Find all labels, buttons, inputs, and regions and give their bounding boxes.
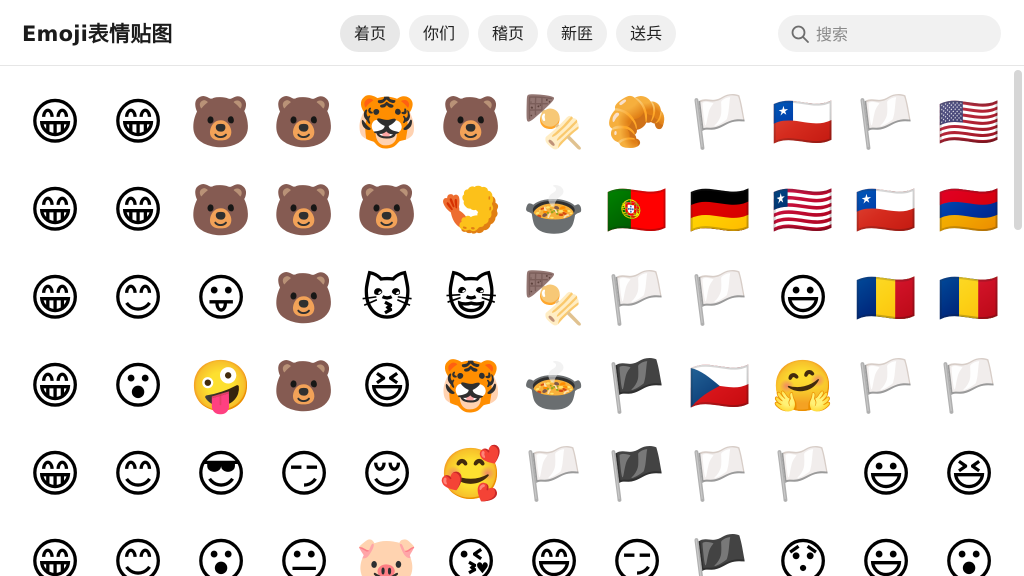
emoji-item[interactable]: 🐻 xyxy=(440,91,502,153)
emoji-item[interactable]: 😺 xyxy=(440,267,502,329)
emoji-item[interactable]: 🏴 xyxy=(606,443,668,505)
emoji-item[interactable]: 😁 xyxy=(24,443,86,505)
emoji-item[interactable]: 🇨🇱 xyxy=(772,91,834,153)
emoji-item[interactable]: 😁 xyxy=(24,355,86,417)
emoji-item[interactable]: 🏳️ xyxy=(855,91,917,153)
emoji-item[interactable]: 🐻 xyxy=(273,355,335,417)
tab-people[interactable]: 你们 xyxy=(409,15,470,52)
emoji-item[interactable]: 😄 xyxy=(523,531,585,576)
top-bar: Emoji表情贴图 着页 你们 稽页 新匥 送兵 xyxy=(0,0,1024,66)
emoji-item[interactable]: 🐯 xyxy=(356,91,418,153)
emoji-item[interactable]: 😌 xyxy=(356,443,418,505)
emoji-item[interactable]: 🐷 xyxy=(356,531,418,576)
emoji-item[interactable]: 😮 xyxy=(938,531,1000,576)
emoji-item[interactable]: 😽 xyxy=(356,267,418,329)
emoji-item[interactable]: 😆 xyxy=(938,443,1000,505)
emoji-item[interactable]: 🏳️ xyxy=(689,267,751,329)
emoji-item[interactable]: 🇦🇲 xyxy=(938,179,1000,241)
emoji-item[interactable]: 😃 xyxy=(855,531,917,576)
search-icon xyxy=(791,25,809,43)
emoji-item[interactable]: 😛 xyxy=(190,267,252,329)
emoji-item[interactable]: 🇺🇸 xyxy=(938,91,1000,153)
emoji-item[interactable]: 🐻 xyxy=(190,179,252,241)
emoji-item[interactable]: 🇷🇴 xyxy=(855,267,917,329)
tab-new[interactable]: 新匥 xyxy=(547,15,608,52)
emoji-item[interactable]: 🐯 xyxy=(440,355,502,417)
emoji-item[interactable]: 🤪 xyxy=(190,355,252,417)
emoji-item[interactable]: 😃 xyxy=(855,443,917,505)
scrollbar[interactable] xyxy=(1014,70,1022,230)
emoji-item[interactable]: 🇨🇱 xyxy=(855,179,917,241)
search-input[interactable] xyxy=(814,15,993,54)
emoji-item[interactable]: 😊 xyxy=(107,531,169,576)
emoji-item[interactable]: 😏 xyxy=(606,531,668,576)
emoji-item[interactable]: 😁 xyxy=(24,531,86,576)
emoji-grid: 😁 😁 🐻 🐻 🐯 🐻 🍢 🥐 🏳️ 🇨🇱 🏳️ 🇺🇸 😁 😁 🐻 🐻 🐻 🍤 🍲 🇵🇹 🇩🇪 🇱🇷 🇨🇱 🇦🇲 😁 😊 😛 🐻 😽 😺 🍢… xyxy=(0,66,1012,576)
emoji-item[interactable]: 😊 xyxy=(107,267,169,329)
emoji-item[interactable]: 🏴 xyxy=(606,355,668,417)
emoji-item[interactable]: 🏳️ xyxy=(606,267,668,329)
emoji-item[interactable]: 😁 xyxy=(24,179,86,241)
emoji-item[interactable]: 🇷🇴 xyxy=(938,267,1000,329)
emoji-item[interactable]: 😮 xyxy=(190,531,252,576)
emoji-item[interactable]: 🏳️ xyxy=(938,355,1000,417)
emoji-item[interactable]: 🍤 xyxy=(440,179,502,241)
emoji-item[interactable]: 😊 xyxy=(107,443,169,505)
category-tabs: 着页 你们 稽页 新匥 送兵 xyxy=(340,15,677,52)
emoji-item[interactable]: 😘 xyxy=(440,531,502,576)
tab-home[interactable]: 着页 xyxy=(340,15,401,52)
emoji-item[interactable]: 🍲 xyxy=(523,355,585,417)
tab-category-5[interactable]: 送兵 xyxy=(616,15,677,52)
emoji-item[interactable]: 🏳️ xyxy=(689,91,751,153)
emoji-item[interactable]: 🥰 xyxy=(440,443,502,505)
emoji-item[interactable]: 🍢 xyxy=(523,267,585,329)
emoji-item[interactable]: 😁 xyxy=(107,91,169,153)
search-box[interactable] xyxy=(778,15,1001,54)
emoji-item[interactable]: 🍲 xyxy=(523,179,585,241)
emoji-item[interactable]: 🇱🇷 xyxy=(772,179,834,241)
emoji-item[interactable]: 🏳️ xyxy=(855,355,917,417)
emoji-item[interactable]: 😯 xyxy=(772,531,834,576)
emoji-item[interactable]: 🏳️ xyxy=(689,443,751,505)
tab-category-3[interactable]: 稽页 xyxy=(478,15,539,52)
emoji-item[interactable]: 😐 xyxy=(273,531,335,576)
emoji-item[interactable]: 😁 xyxy=(24,91,86,153)
app-title: Emoji表情贴图 xyxy=(22,22,173,46)
emoji-item[interactable]: 🇩🇪 xyxy=(689,179,751,241)
emoji-item[interactable]: 😎 xyxy=(190,443,252,505)
emoji-item[interactable]: 🐻 xyxy=(273,179,335,241)
emoji-item[interactable]: 🥐 xyxy=(606,91,668,153)
emoji-item[interactable]: 🤗 xyxy=(772,355,834,417)
emoji-item[interactable]: 🐻 xyxy=(356,179,418,241)
emoji-item[interactable]: 😁 xyxy=(107,179,169,241)
emoji-item[interactable]: 🇵🇹 xyxy=(606,179,668,241)
emoji-item[interactable]: 😆 xyxy=(356,355,418,417)
emoji-item[interactable]: 🇨🇿 xyxy=(689,355,751,417)
emoji-item[interactable]: 😮 xyxy=(107,355,169,417)
emoji-item[interactable]: 🏳️ xyxy=(523,443,585,505)
emoji-item[interactable]: 🏴 xyxy=(689,531,751,576)
emoji-item[interactable]: 🍢 xyxy=(523,91,585,153)
emoji-item[interactable]: 😃 xyxy=(772,267,834,329)
emoji-item[interactable]: 🐻 xyxy=(273,267,335,329)
emoji-item[interactable]: 🐻 xyxy=(273,91,335,153)
emoji-item[interactable]: 🏳️ xyxy=(772,443,834,505)
emoji-item[interactable]: 🐻 xyxy=(190,91,252,153)
emoji-item[interactable]: 😏 xyxy=(273,443,335,505)
emoji-item[interactable]: 😁 xyxy=(24,267,86,329)
